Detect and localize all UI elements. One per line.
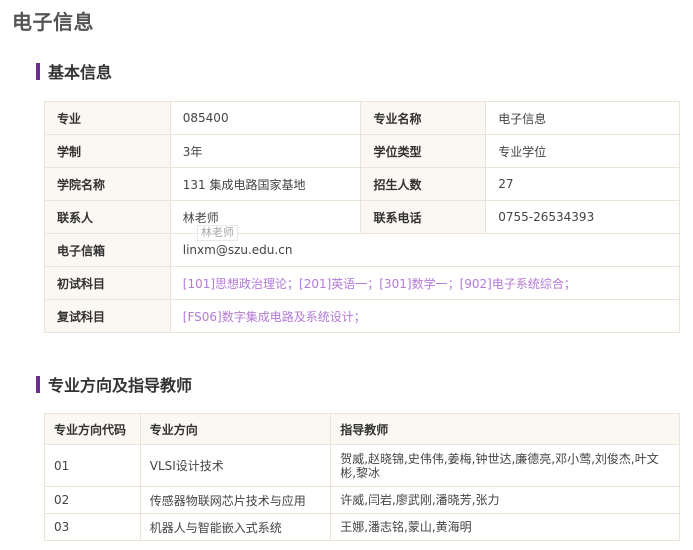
- label-contact: 联系人: [44, 200, 171, 234]
- directions-table: 专业方向代码 专业方向 指导教师 01 VLSI设计技术 贺威,赵晓锦,史伟伟,…: [44, 413, 680, 541]
- column-header-direction: 专业方向: [139, 413, 332, 445]
- direction-advisors: 王娜,潘志铭,蒙山,黄海明: [330, 513, 680, 541]
- table-row: 02 传感器物联网芯片技术与应用 许威,闫岩,廖武刚,潘晓芳,张力: [44, 486, 680, 514]
- section-title: 专业方向及指导教师: [48, 376, 193, 395]
- first-exam-subjects-link[interactable]: [101]思想政治理论；[201]英语一；[301]数学一；[902]电子系统综…: [169, 266, 681, 300]
- page-title: 电子信息: [12, 10, 94, 34]
- section-accent-bar: [36, 62, 40, 80]
- label-phone: 联系电话: [360, 200, 487, 234]
- direction-name: 传感器物联网芯片技术与应用: [139, 486, 332, 514]
- value-degree-type: 专业学位: [485, 134, 680, 168]
- label-first-exam: 初试科目: [44, 266, 171, 300]
- direction-advisors: 许威,闫岩,廖武刚,潘晓芳,张力: [330, 486, 680, 514]
- table-row: 学院名称 131 集成电路国家基地 招生人数 27: [44, 167, 680, 201]
- retest-subjects-link[interactable]: [FS06]数字集成电路及系统设计；: [169, 299, 681, 333]
- table-row: 联系人 林老师 联系电话 0755-26534393: [44, 200, 680, 234]
- basic-info-table: 专业 085400 专业名称 电子信息 学制 3年 学位类型 专业学位 学院名称…: [44, 101, 681, 333]
- value-college: 131 集成电路国家基地: [169, 167, 362, 201]
- table-row: 复试科目 [FS06]数字集成电路及系统设计；: [44, 299, 681, 333]
- table-header-row: 专业方向代码 专业方向 指导教师: [44, 413, 680, 445]
- hover-tooltip: 林老师: [197, 225, 238, 241]
- label-major-name: 专业名称: [360, 101, 487, 135]
- table-row: 03 机器人与智能嵌入式系统 王娜,潘志铭,蒙山,黄海明: [44, 513, 680, 541]
- table-row: 专业 085400 专业名称 电子信息: [44, 101, 680, 135]
- direction-code: 02: [44, 486, 141, 514]
- table-row: 电子信箱 linxm@szu.edu.cn: [44, 233, 681, 267]
- section-directions: 专业方向及指导教师: [36, 372, 192, 396]
- value-enrollment: 27: [485, 167, 680, 201]
- label-major-code: 专业: [44, 101, 171, 135]
- value-major-code: 085400: [169, 101, 362, 135]
- table-row: 学制 3年 学位类型 专业学位: [44, 134, 680, 168]
- value-major-name: 电子信息: [485, 101, 680, 135]
- column-header-advisors: 指导教师: [330, 413, 680, 445]
- direction-name: 机器人与智能嵌入式系统: [139, 513, 332, 541]
- direction-code: 01: [44, 444, 141, 487]
- section-basic-info: 基本信息: [36, 59, 112, 83]
- label-retest: 复试科目: [44, 299, 171, 333]
- table-row: 初试科目 [101]思想政治理论；[201]英语一；[301]数学一；[902]…: [44, 266, 681, 300]
- direction-name: VLSI设计技术: [139, 444, 332, 487]
- label-degree-type: 学位类型: [360, 134, 487, 168]
- label-enrollment: 招生人数: [360, 167, 487, 201]
- value-email[interactable]: linxm@szu.edu.cn: [169, 233, 681, 267]
- label-college: 学院名称: [44, 167, 171, 201]
- section-accent-bar: [36, 375, 40, 393]
- label-duration: 学制: [44, 134, 171, 168]
- direction-advisors: 贺威,赵晓锦,史伟伟,姜梅,钟世达,廉德亮,邓小莺,刘俊杰,叶文彬,黎冰: [330, 444, 680, 487]
- direction-code: 03: [44, 513, 141, 541]
- section-title: 基本信息: [48, 63, 113, 82]
- label-email: 电子信箱: [44, 233, 171, 267]
- table-row: 01 VLSI设计技术 贺威,赵晓锦,史伟伟,姜梅,钟世达,廉德亮,邓小莺,刘俊…: [44, 444, 680, 487]
- column-header-code: 专业方向代码: [44, 413, 141, 445]
- value-duration: 3年: [169, 134, 362, 168]
- value-phone: 0755-26534393: [485, 200, 680, 234]
